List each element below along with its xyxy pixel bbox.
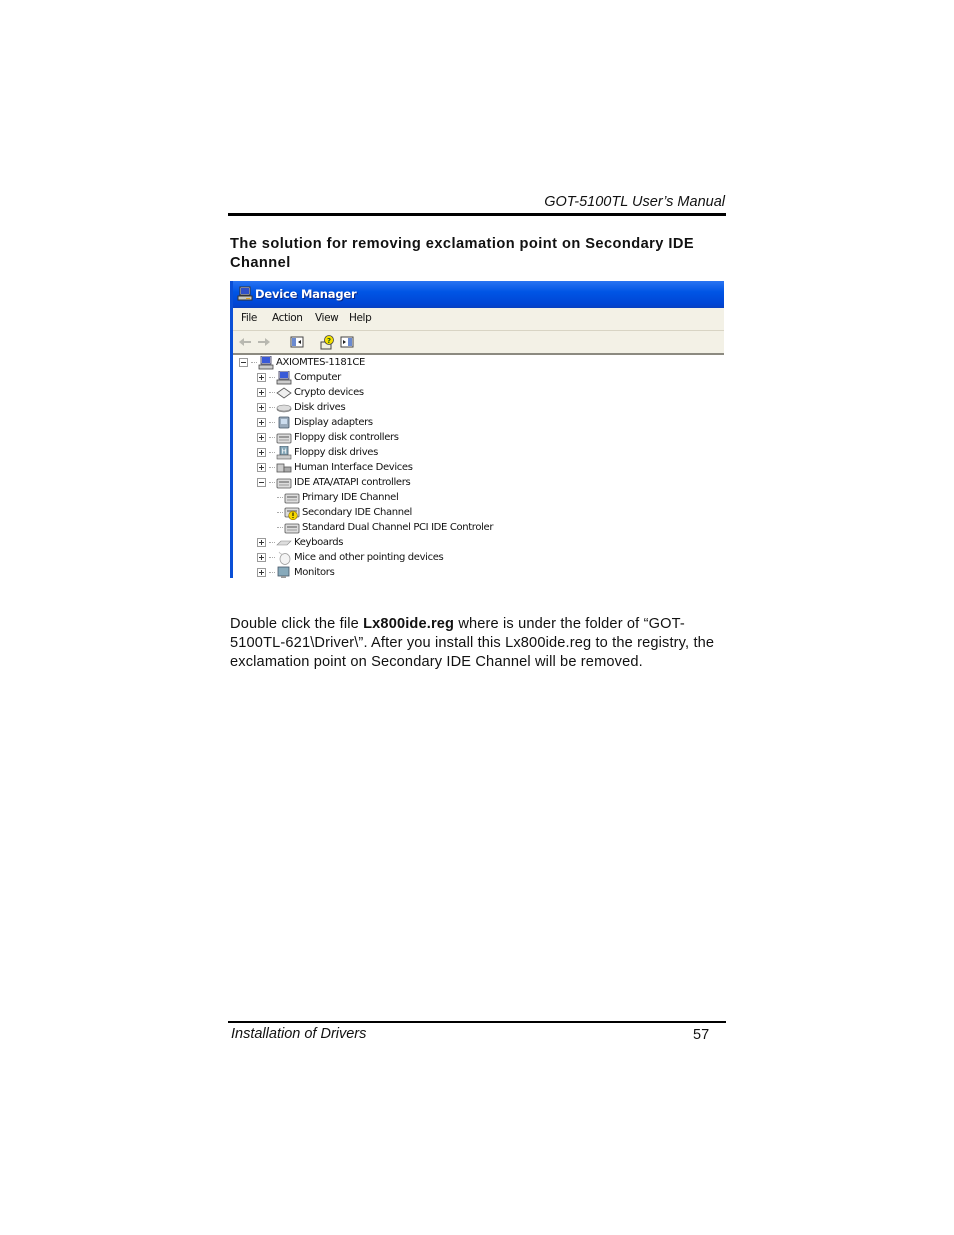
tree-item[interactable]: Human Interface Devices <box>257 460 413 475</box>
tree-connector <box>269 572 275 573</box>
tree-child[interactable]: Primary IDE Channel <box>277 490 399 505</box>
expand-icon[interactable] <box>257 538 266 547</box>
help-icon[interactable]: ? <box>319 334 335 350</box>
tree-item-label: Floppy disk drives <box>294 447 378 458</box>
menu-action[interactable]: Action <box>272 312 303 324</box>
tree-item-label: AXIOMTES-1181CE <box>276 357 366 368</box>
menu-help[interactable]: Help <box>349 312 372 324</box>
tree-item-label: Human Interface Devices <box>294 462 413 473</box>
computer-icon <box>276 370 292 385</box>
tree-child[interactable]: Standard Dual Channel PCI IDE Controler <box>277 520 493 535</box>
title-bar: Device Manager <box>233 281 724 308</box>
controller-icon <box>276 476 292 490</box>
menu-view[interactable]: View <box>315 312 339 324</box>
display-adapter-icon <box>276 416 292 430</box>
body-text-before: Double click the file <box>230 616 364 632</box>
tree-connector <box>269 482 275 483</box>
expand-icon[interactable] <box>257 373 266 382</box>
footer-rule <box>228 1021 726 1023</box>
body-paragraph: Double click the file Lx800ide.reg where… <box>230 615 730 672</box>
keyboard-icon <box>276 536 292 550</box>
tree-item-label: Disk drives <box>294 402 346 413</box>
section-title: The solution for removing exclamation po… <box>230 236 695 271</box>
expand-icon[interactable] <box>257 403 266 412</box>
tree-item-label: Floppy disk controllers <box>294 432 399 443</box>
tree-connector <box>269 452 275 453</box>
tree-connector <box>269 557 275 558</box>
tree-connector <box>269 542 275 543</box>
expand-icon[interactable] <box>257 418 266 427</box>
disk-drive-icon <box>276 401 292 415</box>
expand-icon[interactable] <box>257 553 266 562</box>
collapse-icon[interactable] <box>257 478 266 487</box>
expand-icon[interactable] <box>257 448 266 457</box>
show-hide-console-tree-icon[interactable] <box>289 334 305 350</box>
tree-root[interactable]: AXIOMTES-1181CE <box>239 355 365 370</box>
tree-item[interactable]: IDE ATA/ATAPI controllers <box>257 475 411 490</box>
tree-item[interactable]: H Floppy disk drives <box>257 445 378 460</box>
back-arrow-icon[interactable] <box>237 334 253 350</box>
tree-item[interactable]: Computer <box>257 370 341 385</box>
floppy-drive-icon: H <box>276 445 292 460</box>
tree-connector <box>269 392 275 393</box>
tree-item[interactable]: Mice and other pointing devices <box>257 550 444 565</box>
tree-item[interactable]: Disk drives <box>257 400 346 415</box>
tree-item[interactable]: Monitors <box>257 565 335 578</box>
running-header: GOT-5100TL User’s Manual <box>544 194 725 210</box>
forward-arrow-icon[interactable] <box>256 334 272 350</box>
menu-bar: File Action View Help <box>233 308 724 331</box>
controller-icon <box>276 431 292 445</box>
tree-connector <box>269 437 275 438</box>
header-rule <box>228 213 726 216</box>
expand-icon[interactable] <box>257 568 266 577</box>
menu-file[interactable]: File <box>241 312 257 324</box>
tree-item-label: Monitors <box>294 567 335 578</box>
show-hide-action-pane-icon[interactable] <box>339 334 355 350</box>
tree-item[interactable]: Keyboards <box>257 535 343 550</box>
expand-icon[interactable] <box>257 463 266 472</box>
tree-item-label: Primary IDE Channel <box>302 492 399 503</box>
tree-item-label: Computer <box>294 372 341 383</box>
monitor-icon <box>276 566 292 578</box>
tree-item[interactable]: Display adapters <box>257 415 373 430</box>
tree-item-label: Secondary IDE Channel <box>302 507 412 518</box>
tree-connector <box>269 377 275 378</box>
window-title: Device Manager <box>255 287 357 301</box>
tree-connector <box>269 422 275 423</box>
device-tree: AXIOMTES-1181CE Computer Crypto devices Dis… <box>233 355 724 578</box>
filename-bold: Lx800ide.reg <box>363 616 455 632</box>
crypto-icon <box>276 386 292 400</box>
page-number: 57 <box>693 1027 710 1043</box>
tree-item-label: Mice and other pointing devices <box>294 552 444 563</box>
footer-section-name: Installation of Drivers <box>231 1026 367 1042</box>
tree-item[interactable]: Floppy disk controllers <box>257 430 399 445</box>
toolbar: ? <box>233 331 724 355</box>
tree-item-label: Crypto devices <box>294 387 364 398</box>
computer-icon <box>237 286 253 301</box>
tree-connector <box>277 512 283 513</box>
expand-icon[interactable] <box>257 433 266 442</box>
tree-item[interactable]: Crypto devices <box>257 385 364 400</box>
tree-item-label: Keyboards <box>294 537 344 548</box>
hid-icon <box>276 461 292 475</box>
tree-child-warning[interactable]: Secondary IDE Channel <box>277 505 412 520</box>
tree-connector <box>277 527 283 528</box>
computer-icon <box>258 355 274 370</box>
expand-icon[interactable] <box>257 388 266 397</box>
tree-connector <box>269 407 275 408</box>
tree-item-label: IDE ATA/ATAPI controllers <box>294 477 411 488</box>
collapse-icon[interactable] <box>239 358 248 367</box>
controller-warning-icon <box>284 506 300 520</box>
tree-connector <box>269 467 275 468</box>
svg-text:?: ? <box>327 337 331 345</box>
tree-connector <box>251 362 257 363</box>
controller-icon <box>284 491 300 505</box>
tree-item-label: Display adapters <box>294 417 373 428</box>
controller-icon <box>284 521 300 535</box>
device-manager-screenshot: Device Manager File Action View Help ? A… <box>230 281 724 578</box>
tree-connector <box>277 497 283 498</box>
svg-text:H: H <box>282 447 287 455</box>
mouse-icon <box>276 551 292 565</box>
tree-item-label: Standard Dual Channel PCI IDE Controler <box>302 522 494 533</box>
